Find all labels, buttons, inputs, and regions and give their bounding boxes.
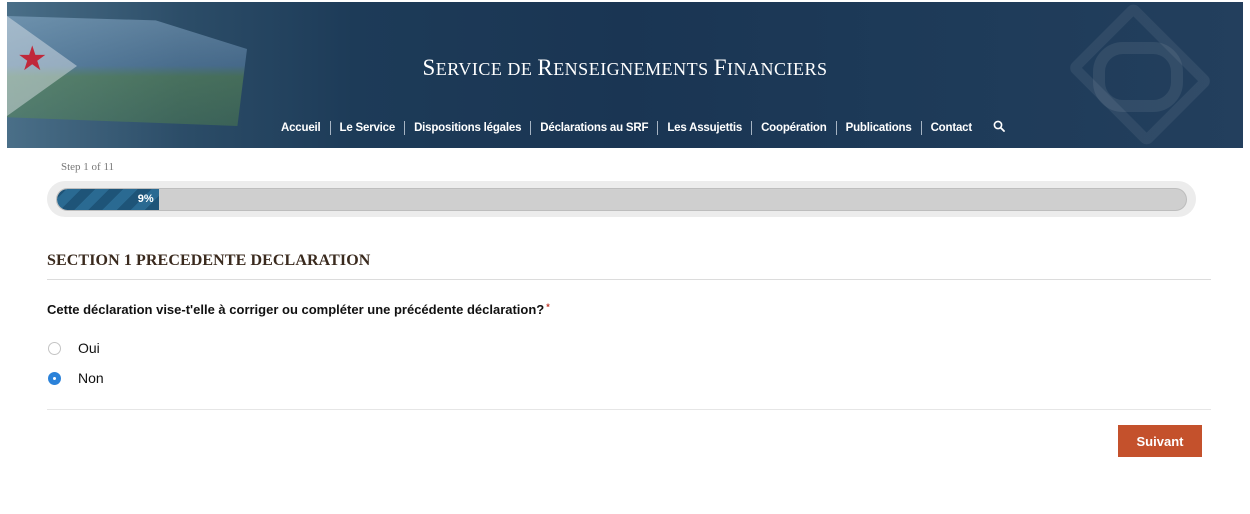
site-title[interactable]: SERVICE DE RENSEIGNEMENTS FINANCIERS [7, 55, 1243, 81]
nav-divider [751, 120, 753, 135]
nav-item-le-service[interactable]: Le Service [331, 122, 405, 134]
form-divider [47, 409, 1211, 410]
nav-divider [657, 120, 659, 135]
required-marker: * [546, 302, 550, 312]
nav-divider [329, 120, 331, 135]
nav-divider [404, 120, 406, 135]
nav-item-declarations[interactable]: Déclarations au SRF [531, 122, 657, 134]
site-title-part: FINANCIERS [713, 55, 828, 80]
main-nav: Accueil Le Service Dispositions légales … [272, 120, 1005, 135]
step-indicator: Step 1 of 11 [61, 161, 115, 173]
radio-button-non[interactable] [48, 371, 61, 385]
section-divider [47, 279, 1211, 280]
search-icon-svg [993, 120, 1005, 132]
radio-button-oui[interactable] [48, 341, 61, 355]
progress-fill: 9% [57, 189, 159, 210]
nav-item-contact[interactable]: Contact [922, 122, 981, 134]
question-text: Cette déclaration vise-t'elle à corriger… [47, 302, 545, 317]
nav-item-assujettis[interactable]: Les Assujettis [658, 122, 751, 134]
nav-divider [835, 120, 837, 135]
progress-bar: 9% [56, 188, 1187, 211]
search-icon[interactable] [981, 120, 1005, 135]
section-title: SECTION 1 PRECEDENTE DECLARATION [47, 252, 371, 269]
next-button[interactable]: Suivant [1118, 425, 1202, 457]
nav-item-dispositions[interactable]: Dispositions légales [405, 122, 530, 134]
nav-item-publications[interactable]: Publications [837, 122, 921, 134]
question-label: Cette déclaration vise-t'elle à corriger… [47, 302, 550, 317]
radio-label-oui[interactable]: Oui [78, 340, 100, 356]
radio-option-oui[interactable]: Oui [48, 340, 100, 356]
radio-option-non[interactable]: Non [48, 370, 104, 386]
nav-item-cooperation[interactable]: Coopération [752, 122, 836, 134]
site-title-part: SERVICE DE [422, 55, 538, 80]
progress-percent: 9% [137, 193, 154, 205]
radio-label-non[interactable]: Non [78, 370, 104, 386]
nav-item-accueil[interactable]: Accueil [272, 122, 330, 134]
nav-divider [920, 120, 922, 135]
site-header: ★ SERVICE DE RENSEIGNEMENTS FINANCIERS A… [7, 2, 1243, 148]
nav-divider [530, 120, 532, 135]
site-title-part: RENSEIGNEMENTS [537, 55, 714, 80]
